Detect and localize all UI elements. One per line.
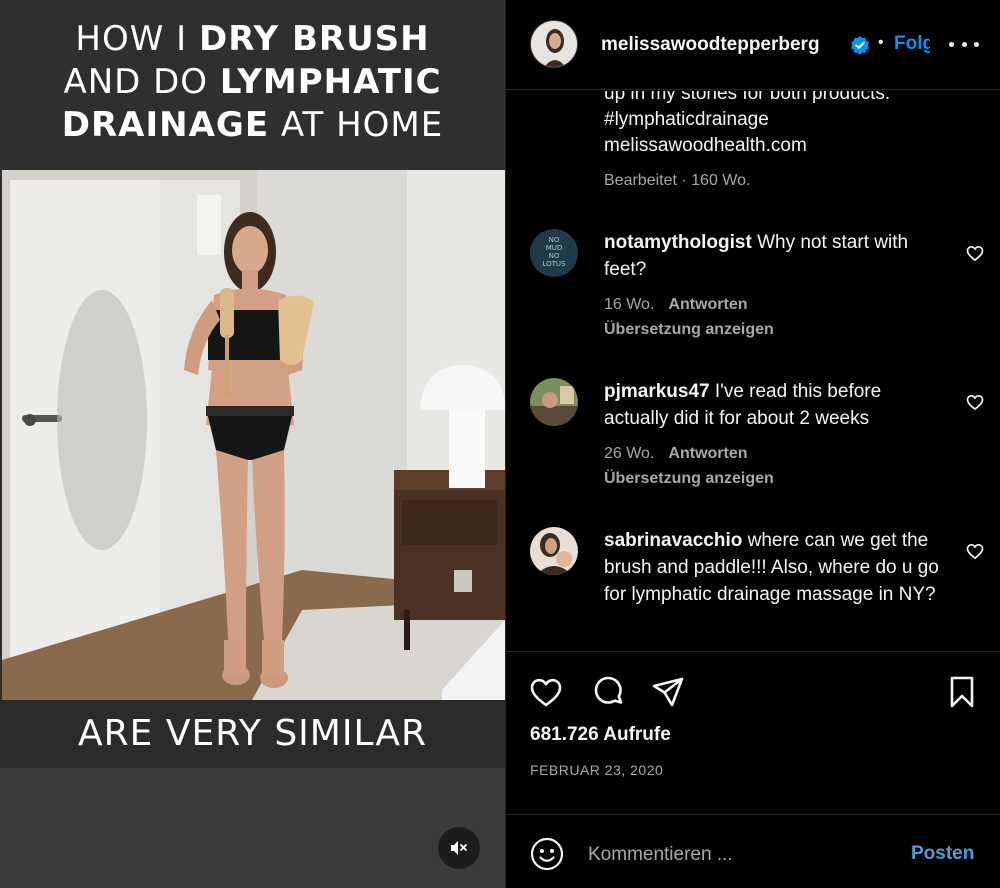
heart-icon[interactable] (965, 392, 985, 412)
video-caption-top: HOW I DRY BRUSH AND DO LYMPHATIC DRAINAG… (61, 19, 444, 145)
svg-text:LOTUS: LOTUS (542, 260, 566, 268)
commenter-avatar[interactable]: NO MUD NO LOTUS (530, 229, 578, 277)
caption-text: up in my stories for both products. (604, 91, 891, 104)
comment-meta: 26 Wo. Antworten (604, 445, 748, 463)
comment-composer: Posten (506, 814, 1000, 888)
reply-button[interactable]: Antworten (668, 445, 747, 462)
heart-icon[interactable] (965, 541, 985, 561)
post-comment-button[interactable]: Posten (911, 843, 974, 865)
view-count[interactable]: 681.726 Aufrufe (530, 724, 671, 746)
commenter-avatar[interactable] (530, 378, 578, 426)
show-translation-button[interactable]: Übersetzung anzeigen (604, 321, 774, 339)
svg-text:NO: NO (549, 252, 560, 260)
comment-username[interactable]: pjmarkus47 (604, 381, 710, 402)
caption-meta: Bearbeitet · 160 Wo. (604, 172, 751, 189)
post-date: FEBRUAR 23, 2020 (530, 762, 664, 778)
reply-button[interactable]: Antworten (668, 296, 747, 313)
mute-button[interactable] (438, 827, 480, 869)
heart-icon[interactable] (965, 243, 985, 263)
emoji-icon[interactable] (530, 837, 564, 871)
post-actions: 681.726 Aufrufe FEBRUAR 23, 2020 (506, 651, 1000, 814)
more-options-icon[interactable] (949, 30, 979, 58)
comments-list[interactable]: up in my stories for both products. #lym… (506, 91, 1000, 651)
heart-icon[interactable] (528, 674, 564, 710)
bookmark-icon[interactable] (944, 674, 980, 710)
video-frame[interactable]: HOW I DRY BRUSH AND DO LYMPHATIC DRAINAG… (0, 0, 505, 768)
comment-age: 16 Wo. (604, 296, 655, 313)
comment-text: sabrinavacchio where can we get the brus… (604, 527, 944, 608)
show-translation-button[interactable]: Übersetzung anzeigen (604, 470, 774, 488)
verified-badge-icon (851, 36, 869, 55)
video-letterbox (0, 768, 505, 888)
follow-button[interactable]: Folgen (894, 33, 930, 55)
svg-text:NO: NO (549, 236, 560, 244)
caption-hashtag-link[interactable]: #lymphaticdrainage (604, 107, 974, 133)
author-avatar[interactable] (530, 20, 578, 68)
video-player[interactable]: HOW I DRY BRUSH AND DO LYMPHATIC DRAINAG… (0, 0, 505, 888)
post-caption: up in my stories for both products. #lym… (604, 91, 974, 159)
svg-text:MUD: MUD (546, 244, 563, 252)
comment-meta: 16 Wo. Antworten (604, 296, 748, 314)
comment-text: pjmarkus47 I've read this before actuall… (604, 378, 944, 432)
comment-age: 26 Wo. (604, 445, 655, 462)
comment-username[interactable]: notamythologist (604, 232, 752, 253)
commenter-avatar[interactable] (530, 527, 578, 575)
comment-icon[interactable] (590, 674, 626, 710)
post-sidebar: melissawoodtepperberg • Folgen up in my … (505, 0, 1000, 888)
header-separator: • (878, 34, 884, 51)
video-scene-image (2, 170, 505, 700)
comment-text: notamythologist Why not start with feet? (604, 229, 944, 283)
caption-website-link[interactable]: melissawoodhealth.com (604, 133, 974, 159)
share-icon[interactable] (650, 674, 686, 710)
comment-input[interactable] (588, 841, 898, 869)
author-username[interactable]: melissawoodtepperberg (601, 34, 820, 56)
video-caption-bottom: ARE VERY SIMILAR (0, 700, 505, 768)
comment-username[interactable]: sabrinavacchio (604, 530, 742, 551)
post-header: melissawoodtepperberg • Folgen (506, 0, 1000, 90)
speaker-muted-icon (451, 841, 467, 855)
